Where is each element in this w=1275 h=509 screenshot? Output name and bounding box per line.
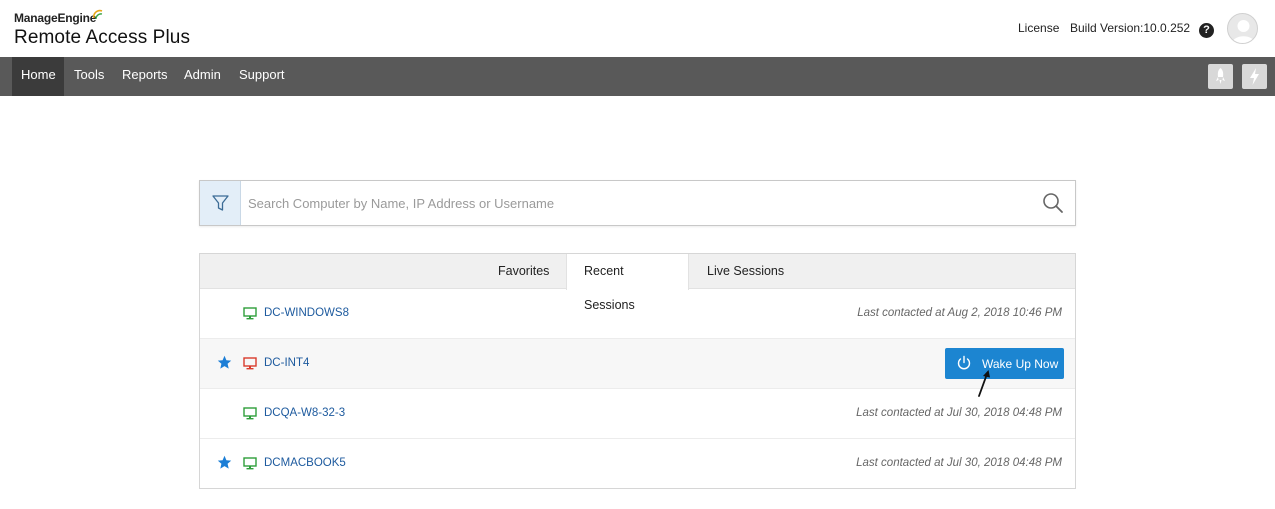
search-icon[interactable] xyxy=(1042,192,1064,214)
table-row[interactable]: DC-INT4 Wake Up Now xyxy=(200,339,1075,389)
computer-name[interactable]: DCMACBOOK5 xyxy=(264,457,346,469)
nav-tools[interactable]: Tools xyxy=(65,57,113,96)
star-icon[interactable] xyxy=(217,355,232,370)
rocket-icon xyxy=(1216,68,1225,84)
app-header: ManageEngine Remote Access Plus License … xyxy=(0,0,1275,57)
monitor-online-icon xyxy=(243,457,257,470)
brand-top: ManageEngine xyxy=(14,11,97,25)
lightning-icon xyxy=(1250,68,1259,85)
nav-reports[interactable]: Reports xyxy=(113,57,177,96)
monitor-online-icon xyxy=(243,307,257,320)
table-row[interactable]: DCMACBOOK5 Last contacted at Jul 30, 201… xyxy=(200,439,1075,489)
star-icon[interactable] xyxy=(217,455,232,470)
build-version: Build Version:10.0.252 xyxy=(1070,21,1191,35)
sessions-panel: Favorites Recent Sessions Live Sessions … xyxy=(199,253,1076,489)
table-row[interactable]: DCQA-W8-32-3 Last contacted at Jul 30, 2… xyxy=(200,389,1075,439)
last-contacted: Last contacted at Aug 2, 2018 10:46 PM xyxy=(857,307,1062,319)
brand-arc-icon xyxy=(93,9,103,20)
avatar[interactable] xyxy=(1227,13,1258,44)
filter-button[interactable] xyxy=(200,181,241,225)
license-link[interactable]: License xyxy=(1018,21,1059,35)
last-contacted: Last contacted at Jul 30, 2018 04:48 PM xyxy=(856,407,1062,419)
tab-favorites[interactable]: Favorites xyxy=(481,254,566,289)
computer-search xyxy=(199,180,1076,226)
search-input[interactable] xyxy=(248,188,1028,218)
monitor-online-icon xyxy=(243,407,257,420)
rocket-button[interactable] xyxy=(1208,64,1233,89)
help-icon[interactable]: ? xyxy=(1199,23,1214,38)
nav-admin[interactable]: Admin xyxy=(175,57,230,96)
power-icon xyxy=(957,355,971,370)
nav-support[interactable]: Support xyxy=(230,57,294,96)
last-contacted: Last contacted at Jul 30, 2018 04:48 PM xyxy=(856,457,1062,469)
filter-icon xyxy=(212,195,229,211)
annotation-arrow-icon xyxy=(978,370,990,397)
computer-name[interactable]: DC-WINDOWS8 xyxy=(264,307,349,319)
user-icon xyxy=(1232,20,1255,43)
wake-up-now-button[interactable]: Wake Up Now xyxy=(945,348,1064,379)
table-row[interactable]: DC-WINDOWS8 Last contacted at Aug 2, 201… xyxy=(200,289,1075,339)
product-name: Remote Access Plus xyxy=(14,27,191,48)
tab-live-sessions[interactable]: Live Sessions xyxy=(690,254,801,289)
computer-name[interactable]: DCQA-W8-32-3 xyxy=(264,407,345,419)
quick-action-button[interactable] xyxy=(1242,64,1267,89)
tab-recent-sessions[interactable]: Recent Sessions xyxy=(566,254,689,312)
monitor-offline-icon xyxy=(243,357,257,370)
session-tabs: Favorites Recent Sessions Live Sessions xyxy=(200,254,1075,312)
computer-name[interactable]: DC-INT4 xyxy=(264,357,309,369)
main-nav: Home Tools Reports Admin Support xyxy=(0,57,1275,96)
nav-home[interactable]: Home xyxy=(12,57,64,96)
